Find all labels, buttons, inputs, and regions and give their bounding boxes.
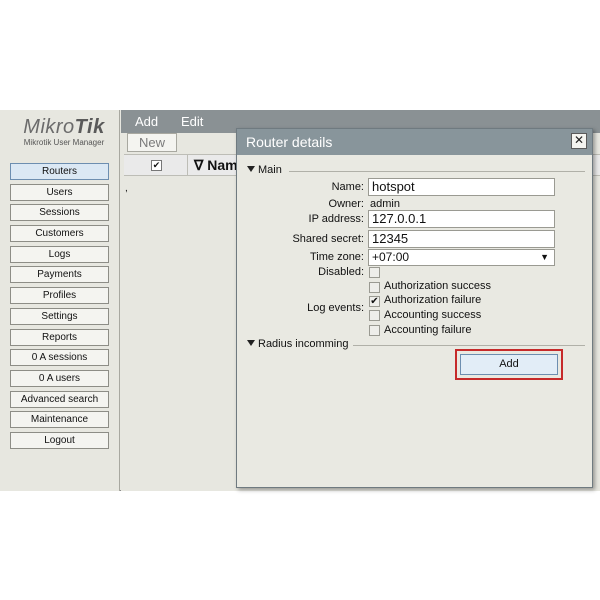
main-section-label: Main (258, 164, 282, 176)
dialog-titlebar[interactable]: Router details ✕ (237, 129, 592, 155)
owner-value: admin (370, 198, 400, 210)
sidebar-item-advanced-search[interactable]: Advanced search (10, 390, 109, 408)
sidebar-item-customers[interactable]: Customers (10, 225, 109, 243)
close-button[interactable]: ✕ (571, 133, 587, 149)
sidebar-item-active-sessions[interactable]: 0 A sessions (10, 349, 109, 367)
logo-subtitle: Mikrotik User Manager (23, 138, 105, 147)
log-events-label: Log events: (307, 302, 364, 314)
radius-section-header[interactable]: Radius incomming (247, 338, 348, 350)
ip-address-input[interactable]: 127.0.0.1 (368, 210, 555, 228)
time-zone-label: Time zone: (309, 251, 364, 263)
router-details-dialog: Router details ✕ Main Name: hotspot Owne… (236, 128, 593, 488)
sidebar-nav: Routers Users Sessions Customers Logs Pa… (10, 163, 109, 453)
sidebar-item-settings[interactable]: Settings (10, 307, 109, 325)
acct-failure-label: Accounting failure (384, 324, 472, 336)
add-button[interactable]: Add (460, 354, 558, 375)
sidebar-item-sessions[interactable]: Sessions (10, 204, 109, 222)
sidebar-item-payments[interactable]: Payments (10, 266, 109, 284)
auth-success-label: Authorization success (384, 280, 491, 292)
dropdown-arrow-icon: ▼ (540, 252, 549, 262)
dialog-title: Router details (246, 134, 333, 150)
acct-success-checkbox[interactable] (369, 310, 380, 321)
section-divider (353, 345, 585, 346)
auth-failure-checkbox[interactable]: ✔ (369, 296, 380, 307)
row-marker: , (125, 183, 128, 194)
mikrotik-logo: MikroTik Mikrotik User Manager (14, 116, 114, 147)
collapse-triangle-icon (247, 340, 255, 347)
select-all-cell: ✔ (124, 155, 188, 175)
section-divider (289, 171, 585, 172)
radius-section-label: Radius incomming (258, 338, 349, 350)
menu-add[interactable]: Add (135, 114, 158, 129)
time-zone-value: +07:00 (372, 250, 410, 264)
sidebar-item-profiles[interactable]: Profiles (10, 287, 109, 305)
acct-failure-checkbox[interactable] (369, 325, 380, 336)
acct-success-label: Accounting success (384, 309, 482, 321)
ip-address-label: IP address: (308, 213, 364, 225)
sidebar-item-routers[interactable]: Routers (10, 163, 109, 180)
sidebar-item-reports[interactable]: Reports (10, 328, 109, 346)
main-section-header[interactable]: Main (247, 164, 282, 176)
time-zone-select[interactable]: +07:00 ▼ (368, 249, 555, 266)
name-input[interactable]: hotspot (368, 178, 555, 196)
logo-wordmark: MikroTik (23, 116, 105, 138)
disabled-label: Disabled: (318, 266, 364, 278)
shared-secret-input[interactable]: 12345 (368, 230, 555, 248)
sidebar-item-active-users[interactable]: 0 A users (10, 369, 109, 387)
sidebar-item-maintenance[interactable]: Maintenance (10, 411, 109, 429)
auth-success-checkbox[interactable] (369, 282, 380, 293)
column-header-name[interactable]: ∇ Nam (194, 157, 238, 174)
sort-icon: ∇ (194, 157, 204, 173)
sidebar-item-logs[interactable]: Logs (10, 245, 109, 263)
sidebar: MikroTik Mikrotik User Manager Routers U… (0, 110, 120, 491)
shared-secret-label: Shared secret: (292, 233, 364, 245)
collapse-triangle-icon (247, 166, 255, 173)
owner-label: Owner: (328, 198, 364, 210)
name-label: Name: (331, 181, 364, 193)
menu-edit[interactable]: Edit (181, 114, 203, 129)
column-header-name-label: Nam (207, 157, 238, 173)
auth-failure-label: Authorization failure (384, 294, 482, 306)
add-button-highlight: Add (455, 349, 563, 380)
disabled-checkbox[interactable] (369, 267, 380, 278)
select-all-checkbox[interactable]: ✔ (151, 160, 162, 171)
sidebar-item-logout[interactable]: Logout (10, 431, 109, 449)
new-button[interactable]: New (127, 133, 177, 152)
sidebar-item-users[interactable]: Users (10, 183, 109, 201)
